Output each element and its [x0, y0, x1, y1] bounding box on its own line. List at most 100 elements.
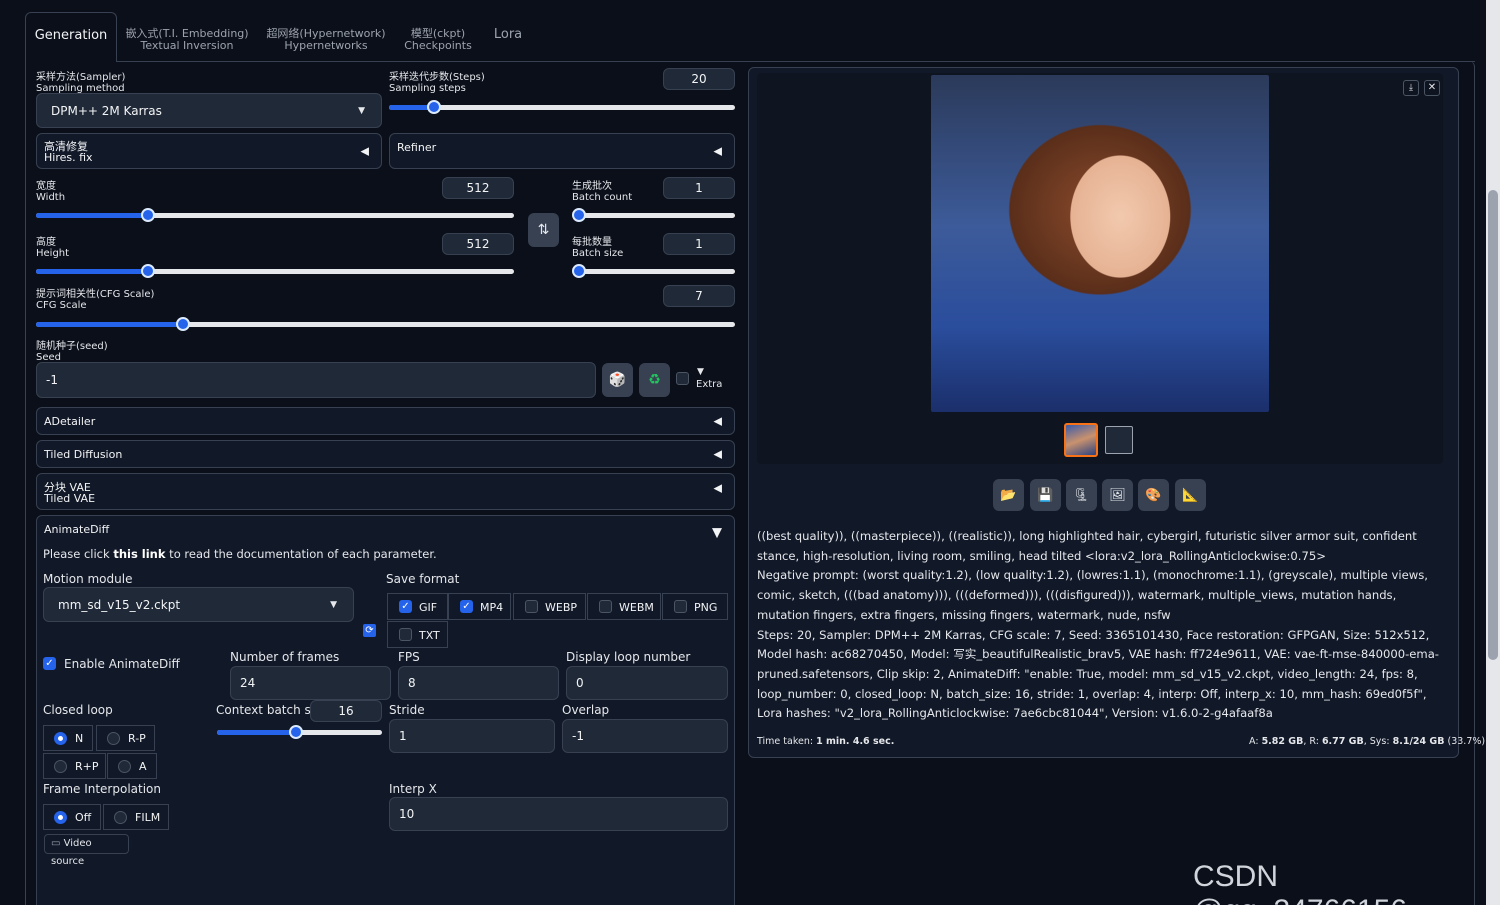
cfg-number[interactable]: 7 [663, 285, 735, 307]
open-folder-button[interactable]: 📂 [993, 479, 1024, 511]
checkbox-icon [674, 600, 687, 613]
tab-hypernetworks[interactable]: 超网络(Hypernetwork) Hypernetworks [265, 12, 387, 62]
gallery-thumbnail[interactable] [1105, 426, 1133, 454]
image-icon: 🖼 [1109, 487, 1126, 503]
interp-off-option[interactable]: Off [43, 804, 101, 830]
tiled-diffusion-accordion[interactable]: Tiled Diffusion ◀ [36, 440, 735, 468]
send-to-inpaint-button[interactable]: 🎨 [1138, 479, 1169, 511]
format-mp4-option[interactable]: ✓ MP4 [448, 593, 511, 620]
memory-usage: A: 5.82 GB, R: 6.77 GB, Sys: 8.1/24 GB (… [1249, 736, 1486, 747]
enable-animatediff-checkbox[interactable]: ✓ [43, 657, 56, 670]
motion-module-dropdown[interactable]: mm_sd_v15_v2.ckpt ▼ [43, 587, 354, 622]
triangle-down-icon: ▼ [697, 367, 704, 377]
send-to-img2img-button[interactable]: 🖼 [1102, 479, 1133, 511]
doc-link[interactable]: this link [113, 547, 165, 561]
format-gif-option[interactable]: ✓ GIF [387, 593, 448, 620]
sampler-dropdown[interactable]: DPM++ 2M Karras ▼ [36, 93, 382, 128]
tab-label: Generation [34, 28, 108, 43]
save-button[interactable]: 💾 [1030, 479, 1061, 511]
tiled-vae-accordion[interactable]: 分块 VAE Tiled VAE ◀ [36, 473, 735, 510]
radio-icon [107, 732, 120, 745]
interp-x-value: 10 [399, 807, 415, 821]
context-batch-number[interactable]: 16 [310, 700, 382, 722]
format-webm-option[interactable]: WEBM [587, 593, 661, 620]
fps-label: FPS [398, 650, 420, 664]
interp-film-option[interactable]: FILM [103, 804, 169, 830]
tab-generation[interactable]: Generation [25, 12, 117, 62]
swap-arrows-icon: ⇅ [537, 222, 550, 238]
stride-value: 1 [399, 729, 407, 743]
format-webp-option[interactable]: WEBP [513, 593, 586, 620]
tab-bar: Generation 嵌入式(T.I. Embedding) Textual In… [25, 12, 1475, 62]
hires-fix-accordion[interactable]: 高清修复 Hires. fix ◀ [36, 133, 382, 169]
triangle-down-icon[interactable]: ▼ [712, 526, 722, 541]
closed-loop-rplus-option[interactable]: R+P [43, 753, 106, 779]
closed-loop-rp-option[interactable]: R-P [96, 725, 155, 751]
swap-dimensions-button[interactable]: ⇅ [528, 213, 559, 247]
frame-interpolation-label: Frame Interpolation [43, 782, 162, 796]
closed-loop-label: Closed loop [43, 703, 113, 717]
steps-slider[interactable] [389, 100, 735, 114]
refresh-icon[interactable]: ⟳ [363, 624, 376, 637]
send-to-extras-button[interactable]: 📐 [1175, 479, 1206, 511]
zip-button[interactable]: 🗜 [1066, 479, 1097, 511]
interp-x-input[interactable]: 10 [389, 797, 728, 831]
closed-loop-n-option[interactable]: N [43, 725, 93, 751]
batch-count-slider[interactable] [572, 208, 735, 222]
steps-number[interactable]: 20 [663, 68, 735, 90]
refiner-accordion[interactable]: Refiner ◀ [389, 133, 735, 169]
width-slider[interactable] [36, 208, 514, 222]
width-label: 宽度 Width [36, 181, 66, 203]
height-number[interactable]: 512 [442, 233, 514, 255]
tab-checkpoints[interactable]: 模型(ckpt) Checkpoints [400, 12, 476, 62]
radio-selected-icon [54, 732, 67, 745]
stride-input[interactable]: 1 [389, 719, 555, 753]
batch-count-number[interactable]: 1 [663, 177, 735, 199]
adetailer-accordion[interactable]: ADetailer ◀ [36, 407, 735, 435]
frames-value: 24 [240, 676, 256, 690]
height-slider[interactable] [36, 264, 514, 278]
scrollbar-thumb[interactable] [1488, 190, 1498, 660]
fps-input[interactable]: 8 [398, 666, 559, 700]
width-number[interactable]: 512 [442, 177, 514, 199]
overlap-input[interactable]: -1 [562, 719, 728, 753]
context-batch-slider[interactable] [217, 725, 382, 739]
slider-knob [141, 264, 156, 278]
zip-icon: 🗜 [1073, 487, 1090, 503]
format-txt-option[interactable]: TXT [387, 621, 448, 648]
close-icon[interactable]: ✕ [1424, 80, 1440, 96]
cfg-slider[interactable] [36, 317, 735, 331]
video-source-button[interactable]: ▭ Video source [44, 834, 129, 867]
seed-input[interactable]: -1 [36, 362, 596, 398]
animatediff-title[interactable]: AnimateDiff [44, 524, 109, 535]
palette-icon: 🎨 [1145, 487, 1162, 503]
stride-label: Stride [389, 703, 425, 717]
enable-animatediff-label: Enable AnimateDiff [64, 657, 180, 671]
tab-textual-inversion[interactable]: 嵌入式(T.I. Embedding) Textual Inversion [125, 12, 249, 62]
tab-lora[interactable]: Lora [487, 12, 529, 62]
loop-number-input[interactable]: 0 [566, 666, 728, 700]
slider-knob [175, 317, 190, 331]
download-icon[interactable]: ⤓ [1403, 80, 1419, 96]
page-scrollbar[interactable] [1486, 0, 1500, 905]
refiner-label: Refiner [397, 141, 437, 154]
generated-image[interactable] [931, 75, 1269, 412]
random-seed-button[interactable]: 🎲 [602, 363, 633, 397]
cfg-label: 提示词相关性(CFG Scale) CFG Scale [36, 289, 155, 311]
video-camera-icon: ▭ [51, 838, 61, 849]
radio-icon [118, 760, 131, 773]
fps-value: 8 [408, 676, 416, 690]
overlap-value: -1 [572, 729, 584, 743]
gallery-thumbnail-selected[interactable] [1064, 423, 1098, 457]
closed-loop-a-option[interactable]: A [107, 753, 157, 779]
batch-size-slider[interactable] [572, 264, 735, 278]
checkbox-icon [399, 628, 412, 641]
batch-size-number[interactable]: 1 [663, 233, 735, 255]
time-taken: Time taken: 1 min. 4.6 sec. [757, 736, 895, 747]
slider-knob [289, 725, 304, 739]
reuse-seed-button[interactable]: ♻ [639, 363, 670, 397]
extra-seed-checkbox[interactable] [676, 372, 689, 385]
extra-label: Extra [696, 379, 723, 390]
format-png-option[interactable]: PNG [662, 593, 728, 620]
frames-input[interactable]: 24 [230, 666, 391, 700]
